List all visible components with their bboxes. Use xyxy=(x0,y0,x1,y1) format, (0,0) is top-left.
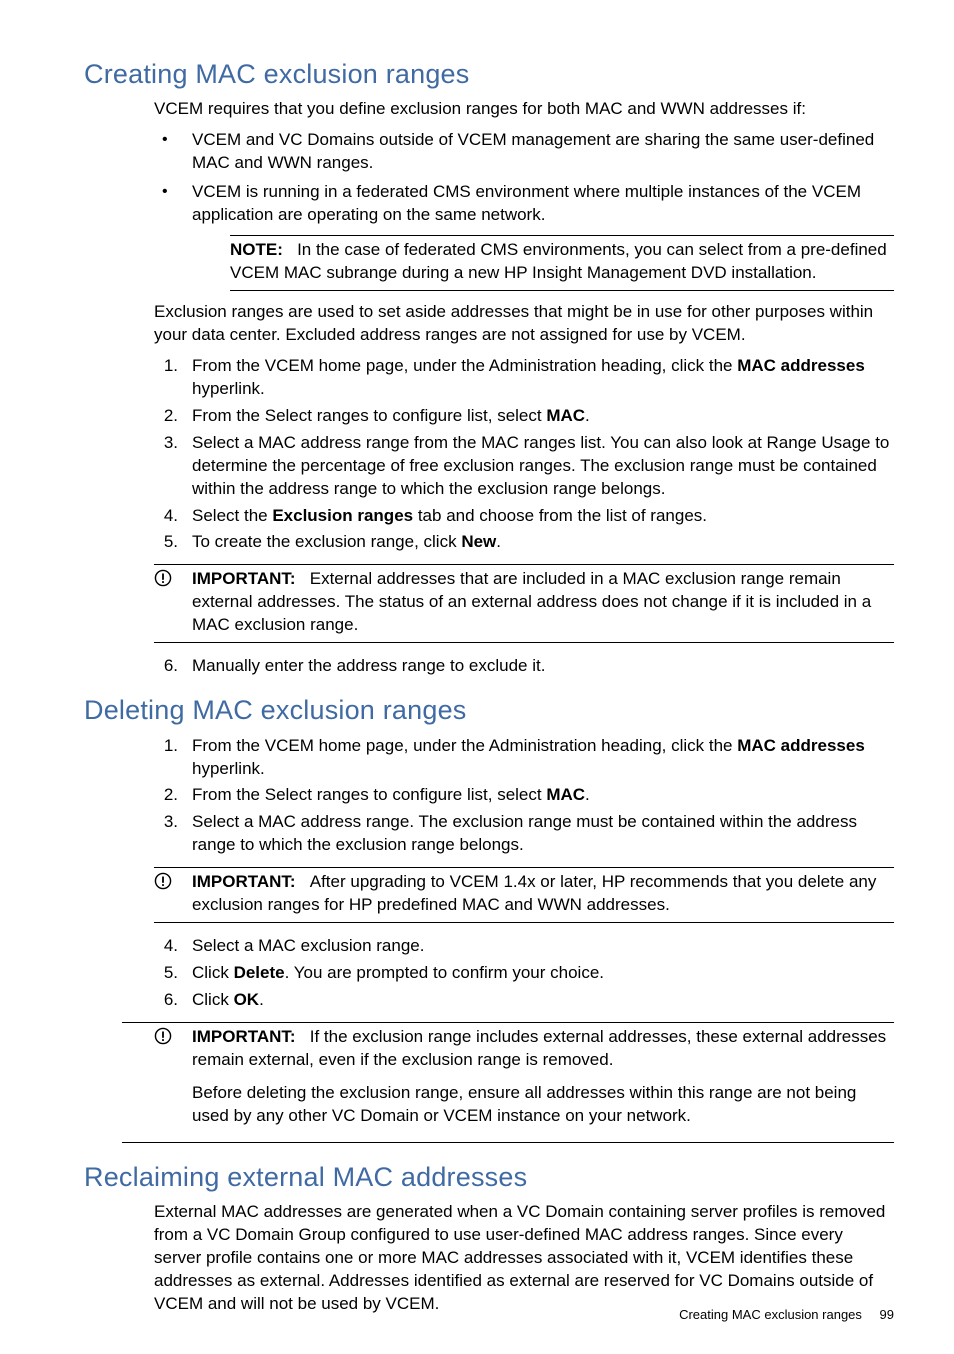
bold-term: MAC xyxy=(546,406,585,425)
step-number: 2. xyxy=(154,784,178,807)
step-number: 5. xyxy=(154,531,178,554)
step-text: . xyxy=(585,406,590,425)
step-item: 3. Select a MAC address range. The exclus… xyxy=(154,811,894,857)
bold-term: Exclusion ranges xyxy=(272,506,413,525)
step-number: 4. xyxy=(154,935,178,958)
section3-para: External MAC addresses are generated whe… xyxy=(154,1201,894,1316)
step-text: hyperlink. xyxy=(192,759,265,778)
step-item: 5. Click Delete. You are prompted to conf… xyxy=(154,962,894,985)
bold-term: OK xyxy=(234,990,260,1009)
important-icon xyxy=(154,872,172,897)
step-text: Click xyxy=(192,963,234,982)
step-number: 1. xyxy=(154,735,178,758)
important-body: If the exclusion range includes external… xyxy=(192,1027,886,1069)
note-body: In the case of federated CMS environment… xyxy=(230,240,887,282)
step-item: 4. Select the Exclusion ranges tab and ch… xyxy=(154,505,894,528)
step-number: 5. xyxy=(154,962,178,985)
step-item: 1. From the VCEM home page, under the Adm… xyxy=(154,735,894,781)
important-callout: IMPORTANT: If the exclusion range includ… xyxy=(122,1022,894,1143)
step-text: Select a MAC address range. The exclusio… xyxy=(192,812,857,854)
heading-reclaiming-external-mac: Reclaiming external MAC addresses xyxy=(84,1159,894,1195)
step-text: . You are prompted to confirm your choic… xyxy=(285,963,604,982)
step-text: hyperlink. xyxy=(192,379,265,398)
step-text: . xyxy=(585,785,590,804)
step-text: From the Select ranges to configure list… xyxy=(192,406,546,425)
step-text: From the Select ranges to configure list… xyxy=(192,785,546,804)
step-item: 6. Click OK. xyxy=(154,989,894,1012)
document-page: Creating MAC exclusion ranges VCEM requi… xyxy=(0,0,954,1354)
section1-steps: 1. From the VCEM home page, under the Adm… xyxy=(154,355,894,555)
step-text: . xyxy=(259,990,264,1009)
step-text: To create the exclusion range, click xyxy=(192,532,461,551)
step-text: Select a MAC exclusion range. xyxy=(192,936,424,955)
heading-deleting-mac-exclusion: Deleting MAC exclusion ranges xyxy=(84,692,894,728)
step-item: 5. To create the exclusion range, click N… xyxy=(154,531,894,554)
important-icon xyxy=(154,1027,172,1052)
step-item: 2. From the Select ranges to configure li… xyxy=(154,405,894,428)
step-number: 2. xyxy=(154,405,178,428)
step-text: From the VCEM home page, under the Admin… xyxy=(192,356,737,375)
heading-creating-mac-exclusion: Creating MAC exclusion ranges xyxy=(84,56,894,92)
step-number: 4. xyxy=(154,505,178,528)
step-number: 1. xyxy=(154,355,178,378)
page-footer: Creating MAC exclusion ranges 99 xyxy=(679,1306,894,1324)
important-callout: IMPORTANT: External addresses that are i… xyxy=(154,564,894,643)
bold-term: MAC addresses xyxy=(737,356,865,375)
section2-steps-cont: 4. Select a MAC exclusion range. 5. Click … xyxy=(154,935,894,1012)
step-number: 6. xyxy=(154,989,178,1012)
bold-term: MAC addresses xyxy=(737,736,865,755)
important-label: IMPORTANT: xyxy=(192,569,296,588)
bold-term: MAC xyxy=(546,785,585,804)
step-text: tab and choose from the list of ranges. xyxy=(413,506,707,525)
important-icon xyxy=(154,569,172,594)
step-text: Click xyxy=(192,990,234,1009)
bullet-item: VCEM and VC Domains outside of VCEM mana… xyxy=(154,129,894,175)
step-text: From the VCEM home page, under the Admin… xyxy=(192,736,737,755)
bullet-text: VCEM is running in a federated CMS envir… xyxy=(192,182,861,224)
footer-page-number: 99 xyxy=(880,1307,894,1322)
step-item: 6. Manually enter the address range to ex… xyxy=(154,655,894,678)
step-item: 1. From the VCEM home page, under the Adm… xyxy=(154,355,894,401)
step-item: 3. Select a MAC address range from the MA… xyxy=(154,432,894,501)
section1-steps-cont: 6. Manually enter the address range to ex… xyxy=(154,655,894,678)
section3-body: External MAC addresses are generated whe… xyxy=(154,1201,894,1316)
section1-bullets: VCEM and VC Domains outside of VCEM mana… xyxy=(154,129,894,291)
bold-term: New xyxy=(461,532,496,551)
note-label: NOTE: xyxy=(230,240,283,259)
step-text: Manually enter the address range to excl… xyxy=(192,656,545,675)
footer-title: Creating MAC exclusion ranges xyxy=(679,1307,862,1322)
step-item: 4. Select a MAC exclusion range. xyxy=(154,935,894,958)
important-label: IMPORTANT: xyxy=(192,1027,296,1046)
step-text: . xyxy=(496,532,501,551)
step-text: Select the xyxy=(192,506,272,525)
step-number: 3. xyxy=(154,811,178,834)
section2-body: 1. From the VCEM home page, under the Adm… xyxy=(154,735,894,1012)
important-callout: IMPORTANT: After upgrading to VCEM 1.4x … xyxy=(154,867,894,923)
note-callout: NOTE: In the case of federated CMS envir… xyxy=(230,235,894,291)
step-number: 6. xyxy=(154,655,178,678)
step-text: Select a MAC address range from the MAC … xyxy=(192,433,889,498)
section1-intro: VCEM requires that you define exclusion … xyxy=(154,98,894,121)
section1-para2: Exclusion ranges are used to set aside a… xyxy=(154,301,894,347)
bullet-item: VCEM is running in a federated CMS envir… xyxy=(154,181,894,291)
bold-term: Delete xyxy=(234,963,285,982)
section2-steps: 1. From the VCEM home page, under the Adm… xyxy=(154,735,894,858)
important-body-extra: Before deleting the exclusion range, ens… xyxy=(192,1082,894,1128)
step-item: 2. From the Select ranges to configure li… xyxy=(154,784,894,807)
section1-body: VCEM requires that you define exclusion … xyxy=(154,98,894,678)
step-number: 3. xyxy=(154,432,178,455)
important-label: IMPORTANT: xyxy=(192,872,296,891)
